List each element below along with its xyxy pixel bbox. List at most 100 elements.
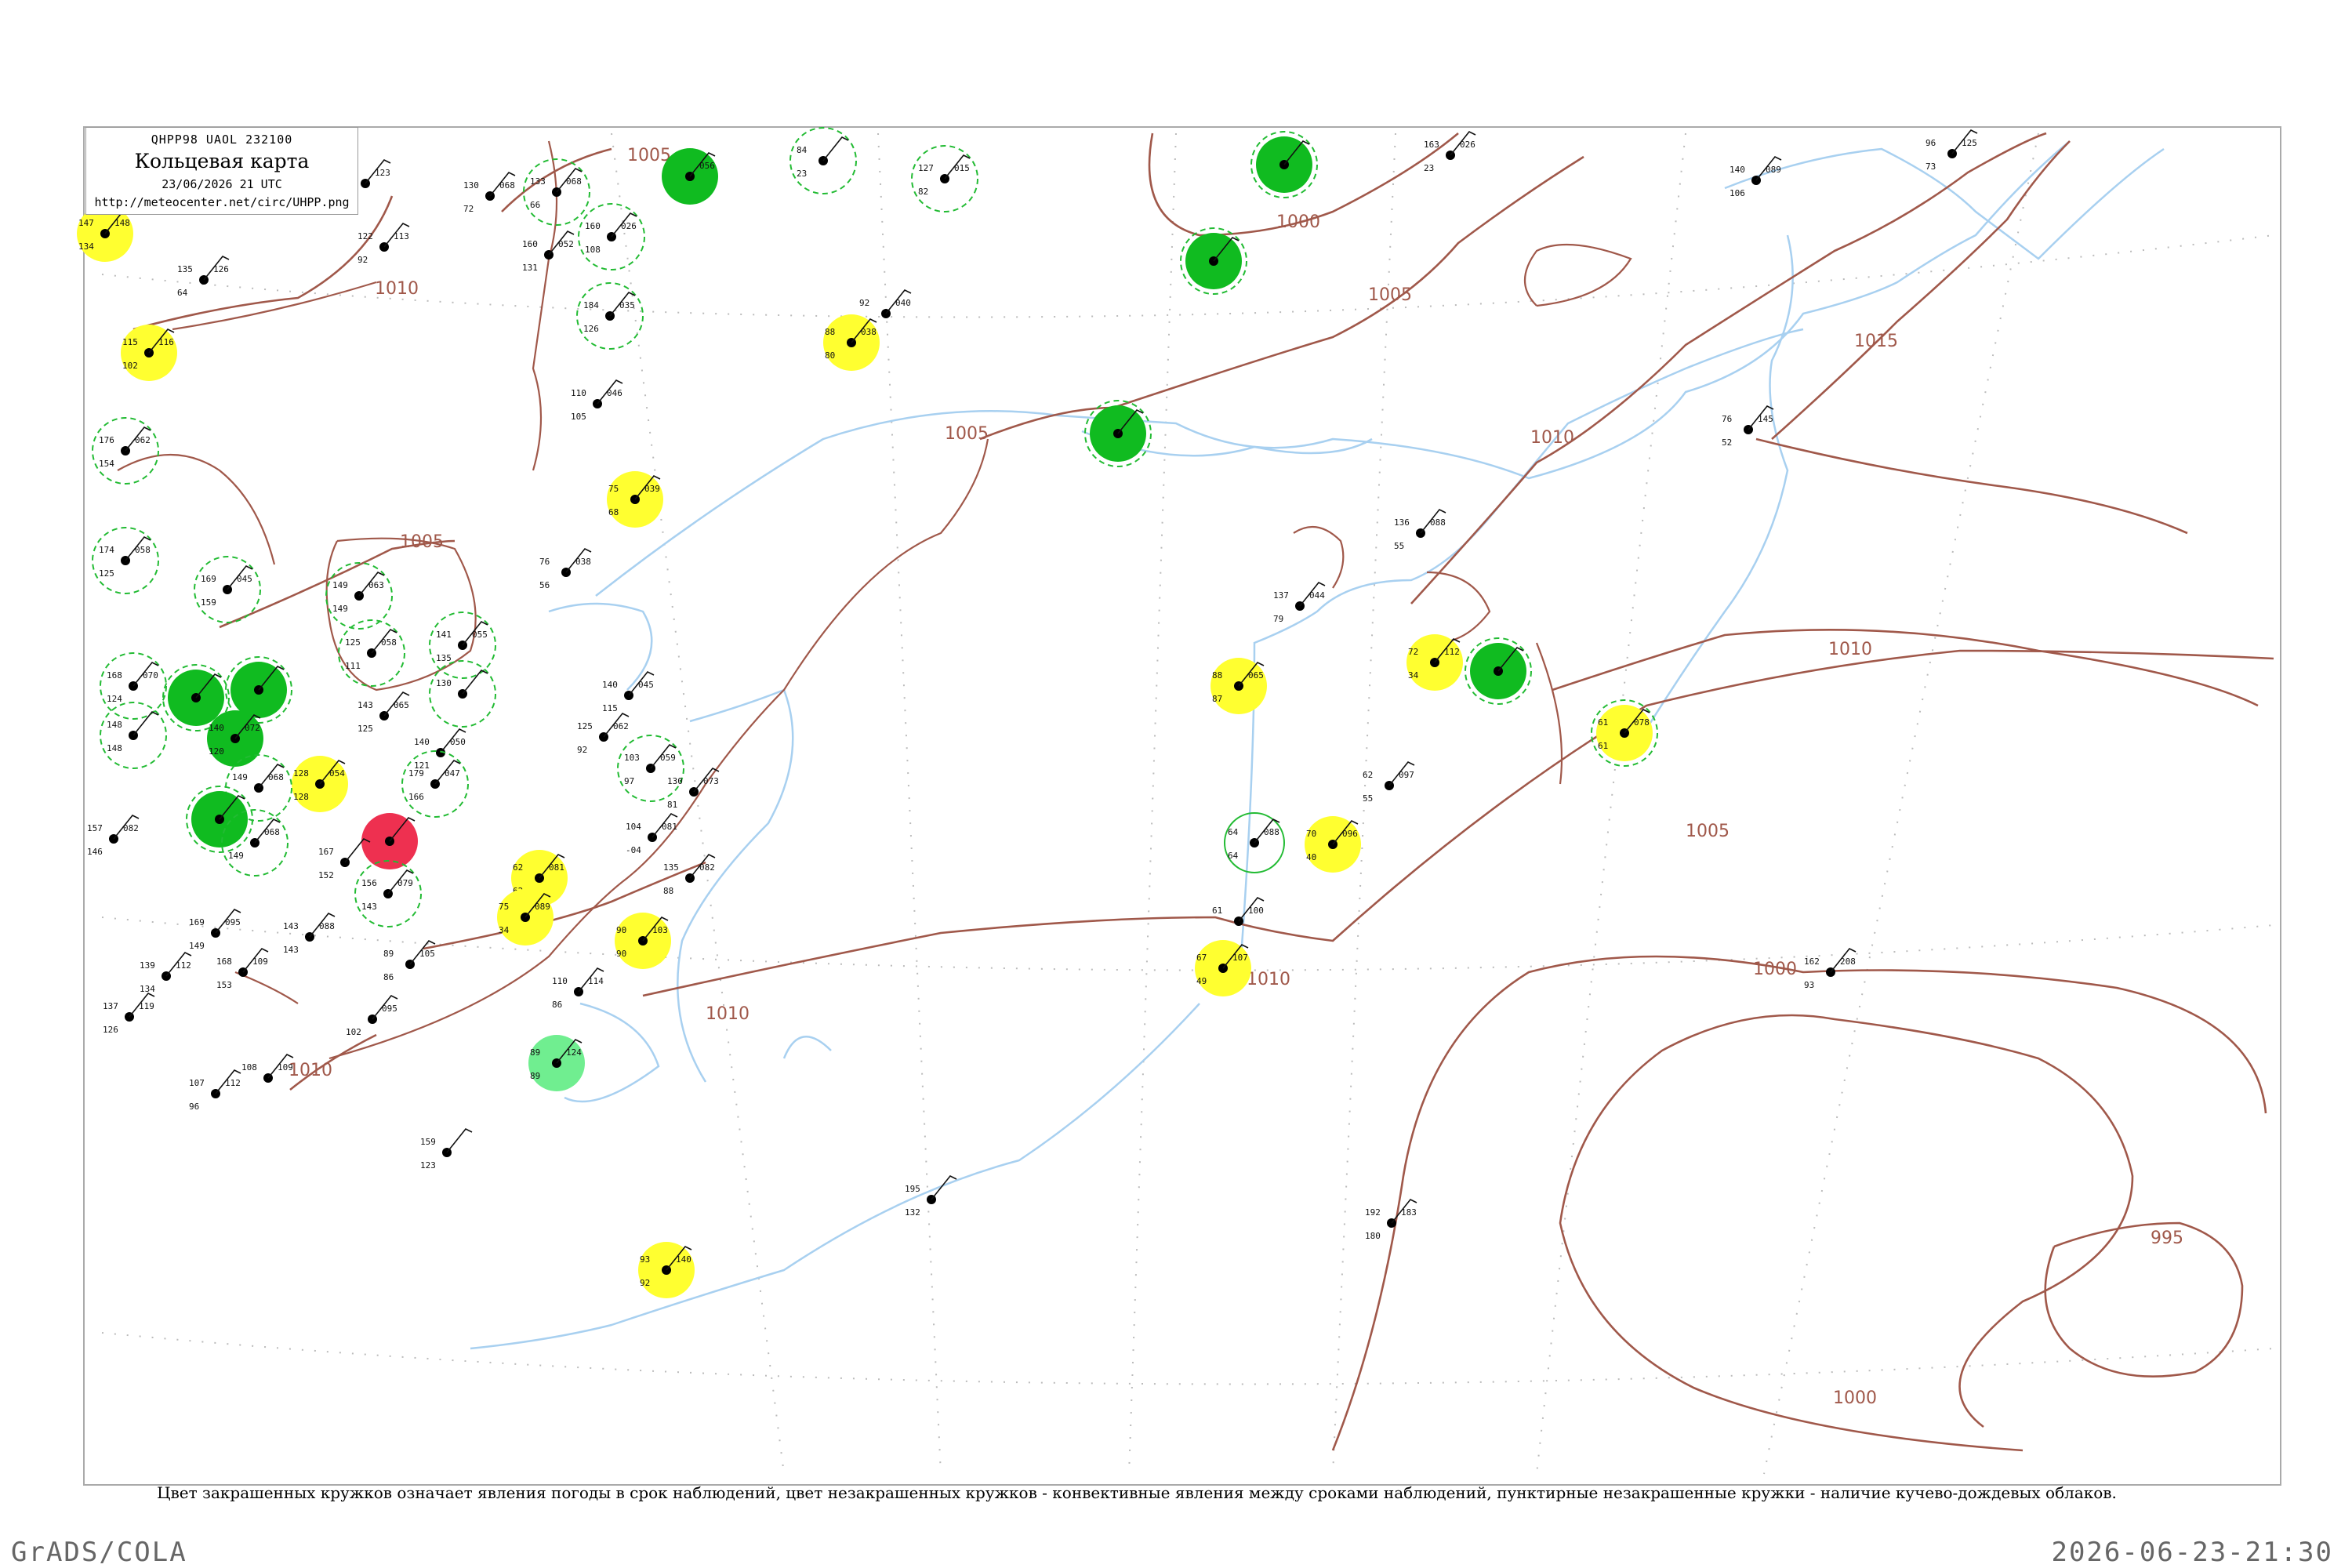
station-plot[interactable]: 135 082 88 <box>663 853 716 896</box>
station-plot[interactable]: 127 015 82 <box>911 145 978 212</box>
station-plot[interactable]: 140 050121 <box>414 728 466 771</box>
station-plot[interactable]: 179 047 166 <box>401 750 469 818</box>
station-plot[interactable]: 75 089 34 <box>497 889 554 946</box>
station-plot[interactable]: 157 082 146 <box>87 814 140 857</box>
station-plot[interactable]: 143 065 125 <box>358 691 410 734</box>
station-plot[interactable] <box>1465 637 1532 705</box>
station-plot[interactable]: 115 116 102 <box>121 325 177 381</box>
station-value-upper-right: 081 <box>662 822 677 832</box>
station-plot[interactable]: 159 123 <box>420 1127 473 1171</box>
station-value-lower-left: 153 <box>216 980 232 990</box>
station-plot[interactable]: 056 <box>662 148 718 205</box>
station-plot[interactable]: 135 126 64 <box>177 255 230 298</box>
station-value-upper-right: 109 <box>252 956 268 967</box>
station-plot[interactable]: 62 097 55 <box>1363 760 1415 804</box>
station-plot[interactable]: 149 063 149 <box>325 562 393 630</box>
station-value-upper-left: 88 <box>1212 670 1222 681</box>
station-plot[interactable]: 61 078 61 <box>1591 699 1658 767</box>
station-value-upper-right: 079 <box>397 878 413 888</box>
station-plot[interactable]: 095 102 <box>346 994 398 1037</box>
station-value-upper-left: 149 <box>332 580 348 590</box>
station-plot[interactable]: 130 068 72 <box>463 171 516 214</box>
station-plot[interactable]: 108 109 <box>241 1053 294 1083</box>
station-value-upper-left: 143 <box>283 921 299 931</box>
station-value-lower-left: 154 <box>99 459 114 469</box>
station-plot[interactable]: 88 065 87 <box>1210 658 1267 714</box>
station-plot[interactable]: 160 026 108 <box>578 203 645 270</box>
station-value-upper-right: 068 <box>566 176 582 187</box>
station-value-lower-left: 40 <box>1306 852 1316 862</box>
station-plot[interactable]: 168 109 153 <box>216 947 269 990</box>
station-plot[interactable] <box>1084 400 1152 467</box>
station-plot[interactable]: 139 112 134 <box>140 951 192 994</box>
station-plot[interactable]: 162 208 93 <box>1804 947 1857 990</box>
station-plot[interactable]: 169 045 159 <box>194 556 261 623</box>
station-value-lower-left: 149 <box>228 851 244 861</box>
station-plot[interactable]: 93 140 92 <box>638 1242 695 1298</box>
station-plot[interactable]: 140 045 115 <box>602 670 655 713</box>
station-value-upper-left: 104 <box>626 822 641 832</box>
station-plot[interactable]: 140 089 106 <box>1730 155 1782 198</box>
station-plot[interactable]: 76 038 56 <box>539 547 592 590</box>
station-plot[interactable]: 128 054 128 <box>292 756 348 812</box>
station-plot[interactable]: 184 035 126 <box>576 282 644 350</box>
station-plot[interactable]: 75 039 68 <box>607 471 663 528</box>
station-plot[interactable]: 90 103 90 <box>615 913 671 969</box>
station-plot[interactable]: 192 183 180 <box>1365 1198 1417 1241</box>
station-plot[interactable]: 174 058 125 <box>92 527 159 594</box>
station-plot[interactable]: 110 114 86 <box>552 967 604 1010</box>
station-plot[interactable]: 137 044 79 <box>1273 581 1326 624</box>
station-value-lower-left: 134 <box>78 241 94 252</box>
station-value-upper-left: 192 <box>1365 1207 1381 1218</box>
station-plot[interactable]: 70 096 40 <box>1305 816 1361 873</box>
station-plot[interactable]: 72 112 34 <box>1406 634 1463 691</box>
station-value-lower-left: 135 <box>436 653 452 663</box>
station-value-upper-right: 100 <box>1248 906 1264 916</box>
station-plot[interactable]: 67 107 49 <box>1195 940 1251 996</box>
station-plot[interactable]: 163 026 23 <box>1424 130 1476 173</box>
station-plot[interactable] <box>186 786 253 853</box>
station-plot[interactable]: 148 148 <box>100 702 167 769</box>
station-value-lower-left: 97 <box>624 776 634 786</box>
station-value-upper-right: 112 <box>225 1078 241 1088</box>
station-plot[interactable]: 168 070 124 <box>100 652 167 720</box>
station-plot[interactable]: 89 124 89 <box>528 1035 585 1091</box>
station-value-lower-left: 92 <box>577 745 587 755</box>
map-frame <box>83 126 2281 1486</box>
legend-note: Цвет закрашенных кружков означает явлени… <box>157 1483 2117 1502</box>
station-plot[interactable]: 92 040 <box>859 289 912 318</box>
station-plot[interactable]: 140 072 120 <box>207 710 263 767</box>
station-value-upper-right: 052 <box>558 239 574 249</box>
station-value-lower-left: 34 <box>499 925 510 935</box>
station-plot[interactable]: 141 055 135 <box>429 612 496 679</box>
map-url[interactable]: http://meteocenter.net/circ/UHPP.png <box>86 195 358 209</box>
station-plot[interactable]: 136 088 55 <box>1394 508 1446 551</box>
station-value-lower-left: 120 <box>209 746 224 757</box>
station-plot[interactable]: 64 088 64 <box>1224 812 1285 873</box>
station-plot[interactable]: 61 100 <box>1212 896 1265 926</box>
station-plot[interactable] <box>1180 227 1247 295</box>
station-value-lower-left: 132 <box>905 1207 920 1218</box>
isobar-1010-a <box>132 195 394 331</box>
station-value-lower-left: 111 <box>345 661 361 671</box>
station-plot[interactable]: 156 079 143 <box>354 860 422 927</box>
station-plot[interactable]: 176 062 154 <box>92 417 159 485</box>
station-plot[interactable] <box>361 813 418 869</box>
station-plot[interactable]: 195 132 <box>905 1174 957 1218</box>
station-plot[interactable]: 125 062 92 <box>577 712 630 755</box>
station-value-upper-left: 64 <box>1228 827 1239 837</box>
station-plot[interactable]: 88 038 80 <box>823 314 880 371</box>
station-value-upper-left: 141 <box>436 630 452 640</box>
station-plot[interactable]: 107 112 96 <box>189 1069 241 1112</box>
station-plot[interactable]: 169 095 149 <box>189 908 241 951</box>
station-plot[interactable]: 110 046 105 <box>571 379 623 422</box>
station-value-upper-left: 88 <box>825 327 835 337</box>
station-plot[interactable]: 103 059 97 <box>617 735 684 802</box>
station-plot[interactable] <box>1250 131 1318 198</box>
station-plot[interactable]: 84 23 <box>789 127 857 194</box>
station-plot[interactable]: 125 058 111 <box>338 619 405 687</box>
station-plot[interactable]: 137 119 126 <box>103 992 155 1035</box>
station-value-lower-left: 82 <box>918 187 928 197</box>
station-value-lower-left: 86 <box>383 972 394 982</box>
station-plot[interactable]: 96 125 73 <box>1926 129 1978 172</box>
